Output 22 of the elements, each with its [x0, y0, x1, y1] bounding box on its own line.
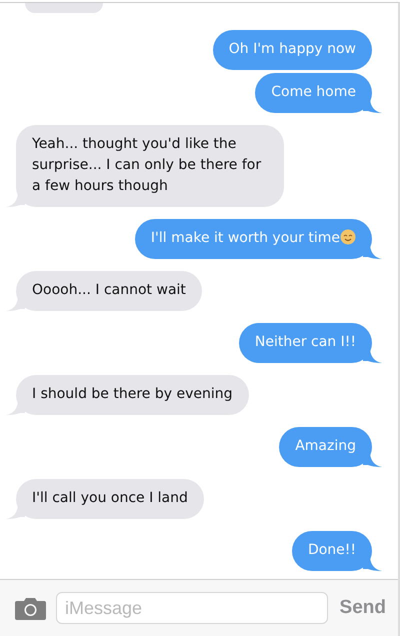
bubble-tail [6, 505, 25, 519]
bubble-tail [363, 349, 382, 363]
message-bubble: Done!! [292, 531, 372, 571]
bubble-tail [6, 193, 25, 207]
message-bubble: Yeah... thought you'd like the surprise... I can only be there for a few hours though [16, 125, 284, 207]
bubble-tail [363, 557, 382, 571]
message-bubble: Amazing [279, 427, 372, 467]
message-bubble: Oh I'm happy now [212, 30, 372, 70]
bubble-tail [363, 453, 382, 467]
message-field[interactable]: iMessage [56, 592, 328, 624]
message-bubble: Come home [255, 73, 372, 113]
bubble-tail [6, 297, 25, 311]
bubble-tail [363, 245, 382, 259]
camera-icon[interactable] [15, 596, 46, 620]
message-bubble: I'll make it worth your time [134, 219, 372, 259]
send-button[interactable]: Send [338, 597, 386, 619]
message-bubble: I should be there by evening [16, 375, 249, 415]
bubble-tail [6, 401, 25, 415]
message-bubble: Ooooh... I cannot wait [16, 271, 202, 311]
message-bubble: I'll call you once I land [16, 479, 204, 519]
bubble-tail [363, 99, 382, 113]
message-bubble: Neither can I!! [238, 323, 372, 363]
